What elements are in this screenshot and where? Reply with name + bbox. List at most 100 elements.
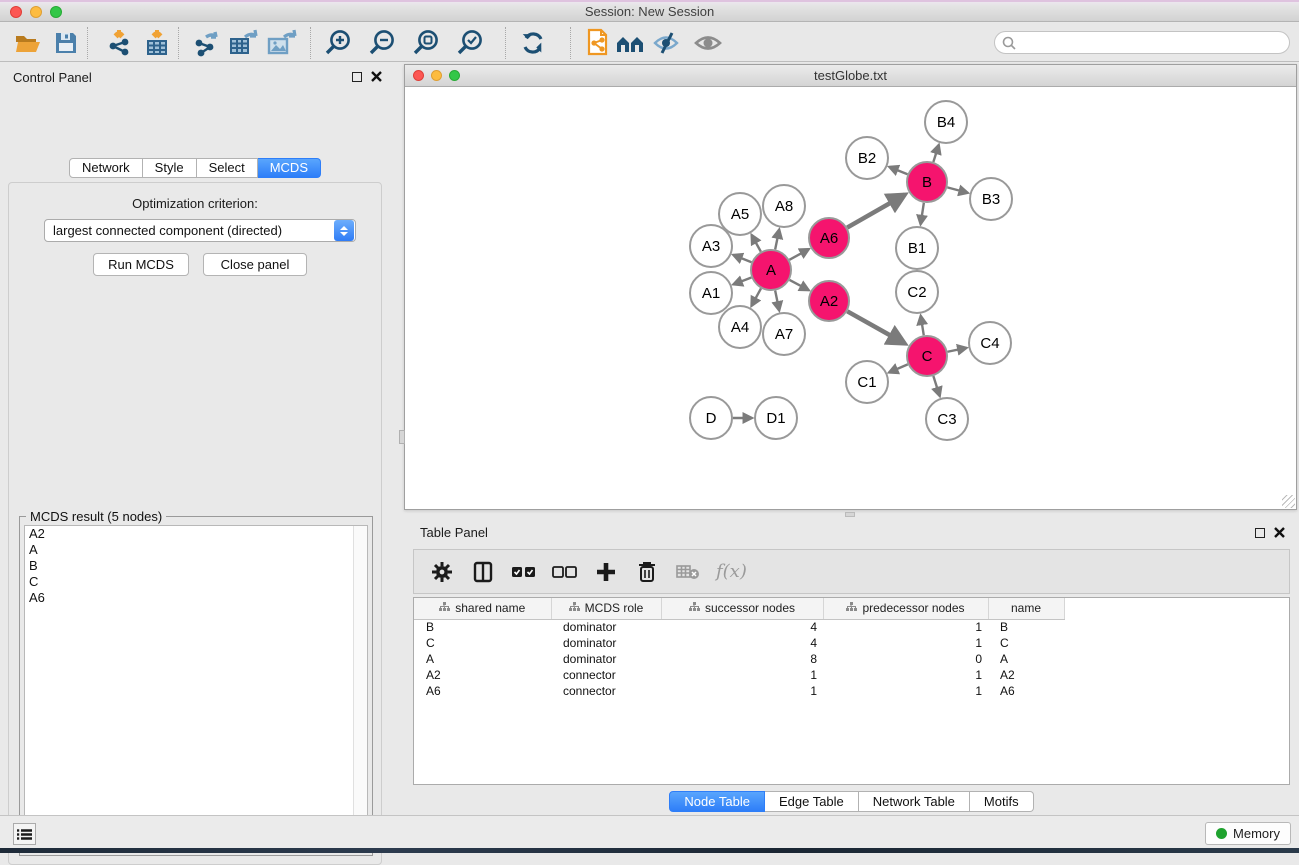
unselect-all-columns-icon[interactable] [552, 559, 578, 585]
graph-edge[interactable] [948, 348, 967, 352]
graph-node-A4[interactable]: A4 [719, 306, 761, 348]
search-input[interactable] [994, 31, 1290, 54]
column-header[interactable]: name [988, 598, 1064, 619]
table-row[interactable]: Cdominator41C [414, 635, 1064, 651]
graph-node-C1[interactable]: C1 [846, 361, 888, 403]
tab-node-table[interactable]: Node Table [669, 791, 765, 812]
column-header[interactable]: shared name [414, 598, 551, 619]
network-canvas[interactable]: B4 B2 B B3 A5A8A6 A3 B1 A A1 C2 A2 A4A7 C C4 C1 C3 D D1 [405, 87, 1296, 509]
graph-edge[interactable] [775, 291, 779, 311]
graph-edge[interactable] [921, 316, 924, 336]
tab-mcds[interactable]: MCDS [258, 158, 321, 178]
network-from-file-icon[interactable] [582, 27, 614, 59]
graph-edge[interactable] [889, 167, 907, 174]
result-scrollbar[interactable] [353, 526, 367, 850]
horizontal-splitter-handle[interactable] [845, 512, 855, 517]
export-image-icon[interactable] [266, 27, 298, 59]
graph-node-C4[interactable]: C4 [969, 322, 1011, 364]
graph-edge[interactable] [775, 229, 779, 249]
tab-style[interactable]: Style [143, 158, 197, 178]
save-session-icon[interactable] [50, 27, 82, 59]
table-row[interactable]: A6connector11A6 [414, 683, 1064, 699]
column-header[interactable]: MCDS role [551, 598, 661, 619]
graph-node-A3[interactable]: A3 [690, 225, 732, 267]
close-panel-icon[interactable] [371, 71, 382, 82]
result-list-item[interactable]: A [25, 542, 367, 558]
first-neighbors-icon[interactable] [615, 27, 647, 59]
graph-node-C[interactable]: C [907, 336, 947, 376]
mcds-result-list[interactable]: A2ABCA6 [24, 525, 368, 851]
delete-column-icon[interactable] [634, 559, 660, 585]
node-table[interactable]: shared nameMCDS rolesuccessor nodesprede… [413, 597, 1290, 785]
graph-node-B[interactable]: B [907, 162, 947, 202]
result-list-item[interactable]: C [25, 574, 367, 590]
graph-edge[interactable] [733, 278, 751, 285]
function-builder-icon[interactable]: f(x) [716, 561, 747, 582]
table-row[interactable]: A2connector11A2 [414, 667, 1064, 683]
graph-edge[interactable] [921, 203, 924, 225]
graph-node-C3[interactable]: C3 [926, 398, 968, 440]
graph-node-D[interactable]: D [690, 397, 732, 439]
vertical-splitter-handle[interactable] [399, 430, 405, 444]
network-window-titlebar[interactable]: testGlobe.txt [405, 65, 1296, 87]
memory-button[interactable]: Memory [1205, 822, 1291, 845]
graph-edge[interactable] [733, 255, 751, 262]
graph-node-A8[interactable]: A8 [763, 185, 805, 227]
run-mcds-button[interactable]: Run MCDS [93, 253, 189, 276]
graph-edge[interactable] [790, 280, 809, 290]
delete-table-icon[interactable] [675, 559, 701, 585]
resize-grip-icon[interactable] [1282, 495, 1295, 508]
graph-edge[interactable] [933, 145, 938, 162]
column-visibility-icon[interactable] [470, 559, 496, 585]
tab-select[interactable]: Select [197, 158, 258, 178]
table-row[interactable]: Bdominator41B [414, 619, 1064, 635]
table-row[interactable]: Adominator80A [414, 651, 1064, 667]
graph-node-A5[interactable]: A5 [719, 193, 761, 235]
add-column-icon[interactable] [593, 559, 619, 585]
graph-edge[interactable] [789, 249, 809, 260]
select-all-columns-icon[interactable] [511, 559, 537, 585]
graph-edge[interactable] [847, 311, 905, 343]
column-header[interactable]: predecessor nodes [823, 598, 988, 619]
graph-node-B4[interactable]: B4 [925, 101, 967, 143]
zoom-selected-icon[interactable] [454, 27, 486, 59]
graph-node-D1[interactable]: D1 [755, 397, 797, 439]
zoom-fit-icon[interactable] [410, 27, 442, 59]
show-all-icon[interactable] [692, 27, 724, 59]
graph-edge[interactable] [933, 376, 939, 396]
graph-edge[interactable] [847, 195, 905, 228]
gear-icon[interactable] [429, 559, 455, 585]
close-panel-button[interactable]: Close panel [203, 253, 307, 276]
graph-edge[interactable] [947, 187, 968, 192]
graph-edge[interactable] [751, 288, 761, 306]
graph-node-A[interactable]: A [751, 250, 791, 290]
graph-node-A7[interactable]: A7 [763, 313, 805, 355]
graph-node-A6[interactable]: A6 [809, 218, 849, 258]
graph-node-B3[interactable]: B3 [970, 178, 1012, 220]
graph-node-A2[interactable]: A2 [809, 281, 849, 321]
import-network-icon[interactable] [103, 27, 135, 59]
float-panel-icon[interactable] [352, 72, 362, 82]
open-file-icon[interactable] [12, 27, 44, 59]
export-table-icon[interactable] [228, 27, 260, 59]
graph-edge[interactable] [752, 235, 761, 252]
zoom-out-icon[interactable] [366, 27, 398, 59]
graph-node-B1[interactable]: B1 [896, 227, 938, 269]
graph-node-A1[interactable]: A1 [690, 272, 732, 314]
tab-edge-table[interactable]: Edge Table [765, 791, 859, 812]
import-table-icon[interactable] [141, 27, 173, 59]
close-table-panel-icon[interactable] [1274, 527, 1285, 538]
result-list-item[interactable]: A6 [25, 590, 367, 606]
result-list-item[interactable]: A2 [25, 526, 367, 542]
graph-node-B2[interactable]: B2 [846, 137, 888, 179]
graph-node-C2[interactable]: C2 [896, 271, 938, 313]
export-network-icon[interactable] [190, 27, 222, 59]
tab-network[interactable]: Network [69, 158, 143, 178]
optimization-criterion-select[interactable]: largest connected component (directed) [44, 219, 356, 242]
float-table-panel-icon[interactable] [1255, 528, 1265, 538]
task-history-button[interactable] [13, 823, 36, 845]
column-header[interactable]: successor nodes [661, 598, 823, 619]
hide-selected-icon[interactable] [650, 27, 682, 59]
tab-motifs[interactable]: Motifs [970, 791, 1034, 812]
tab-network-table[interactable]: Network Table [859, 791, 970, 812]
